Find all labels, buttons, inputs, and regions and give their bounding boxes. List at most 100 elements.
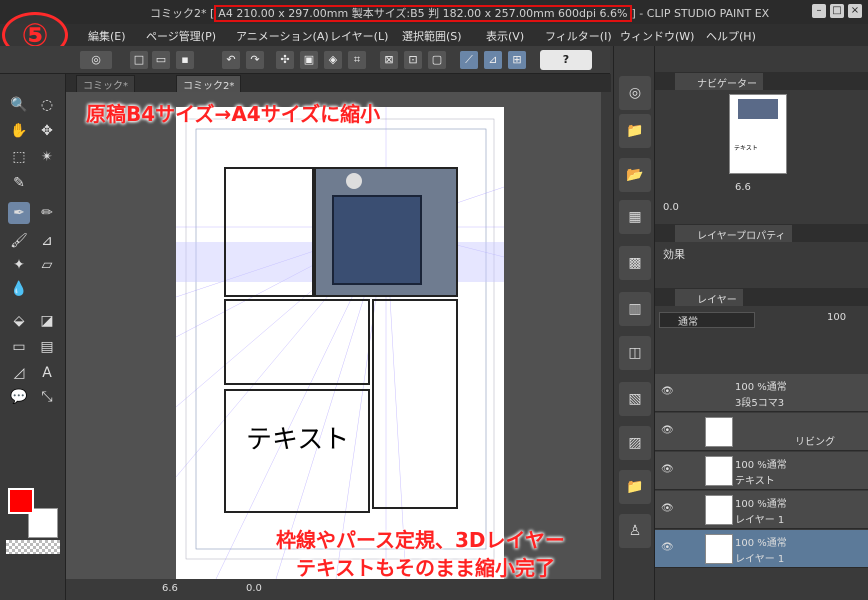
selection-tool-icon[interactable]: ⬚ — [8, 146, 30, 168]
page-text[interactable]: テキスト — [246, 419, 349, 456]
figure-tool-icon[interactable]: ▭ — [8, 336, 30, 358]
snap-special-ruler-icon[interactable]: ⊿ — [484, 51, 502, 69]
visibility-eye-icon[interactable]: 👁 — [661, 503, 674, 514]
open-file-icon[interactable]: ▭ — [152, 51, 170, 69]
comic-frame-1[interactable] — [224, 167, 314, 297]
zoom-tool-icon[interactable]: 🔍 — [8, 94, 30, 116]
show-selection-icon[interactable]: ▢ — [428, 51, 446, 69]
menu-selection[interactable]: 選択範囲(S) — [402, 28, 462, 44]
airbrush-tool-icon[interactable]: ⊿ — [36, 230, 58, 252]
folder-download-icon[interactable]: 📂 — [619, 158, 651, 192]
clear-icon[interactable]: ✣ — [276, 51, 294, 69]
snap-grid-icon[interactable]: ⊞ — [508, 51, 526, 69]
visibility-eye-icon[interactable]: 👁 — [661, 386, 674, 397]
deselect-icon[interactable]: ⊠ — [380, 51, 398, 69]
maximize-button[interactable]: □ — [830, 4, 844, 18]
menu-window[interactable]: ウィンドウ(W) — [620, 28, 694, 44]
text-tool-icon[interactable]: A — [36, 362, 58, 384]
fill-tool-icon[interactable]: ⬙ — [8, 310, 30, 332]
folder-tone-icon[interactable]: ▩ — [619, 246, 651, 280]
redo-icon[interactable]: ↷ — [246, 51, 264, 69]
help-button[interactable]: ? — [540, 50, 592, 70]
decoration-tool-icon[interactable]: ✦ — [8, 254, 30, 276]
auto-select-tool-icon[interactable]: ✴ — [36, 146, 58, 168]
minimize-button[interactable]: – — [812, 4, 826, 18]
lasso-tool-icon[interactable]: ◌ — [36, 94, 58, 116]
folder-icon[interactable]: 📁 — [619, 114, 651, 148]
navigator-zoom-value[interactable]: 6.6 — [735, 182, 751, 193]
clip-studio-icon[interactable]: ◎ — [80, 51, 112, 69]
layer-row-raster-selected[interactable]: 👁 100 %通常 レイヤー 1 — [655, 530, 868, 568]
eyedropper-tool-icon[interactable]: ✎ — [8, 172, 30, 194]
gradient-tool-icon[interactable]: ◪ — [36, 310, 58, 332]
blend-mode-select[interactable]: 通常 — [659, 312, 755, 328]
balloon-tool-icon[interactable]: 💬 — [8, 386, 30, 408]
tab-comic[interactable]: コミック* — [76, 75, 135, 92]
comic-frame-4[interactable] — [372, 299, 458, 509]
layer-row-frame3d[interactable]: 👁 リビング — [655, 413, 868, 451]
navigator-angle-value[interactable]: 0.0 — [663, 202, 679, 213]
menu-page-management[interactable]: ページ管理(P) — [146, 28, 216, 44]
visibility-eye-icon[interactable]: 👁 — [661, 425, 674, 436]
canvas-area[interactable]: テキスト 原稿B4サイズ→A4サイズに縮小 枠線やパース定規、3Dレイヤー テキ… — [66, 92, 601, 579]
visibility-eye-icon[interactable]: 👁 — [661, 464, 674, 475]
canvas-angle-value[interactable]: 0.0 — [246, 583, 262, 594]
tab-layer[interactable]: レイヤー — [675, 289, 743, 306]
transform-icon[interactable]: ⌗ — [348, 51, 366, 69]
folder-frame-icon[interactable]: ▥ — [619, 292, 651, 326]
brush-tool-icon[interactable]: 🖌 — [8, 230, 30, 252]
horizontal-scrollbar[interactable]: 6.6 0.0 — [66, 579, 611, 600]
undo-icon[interactable]: ↶ — [222, 51, 240, 69]
folder-empty-icon[interactable]: 📁 — [619, 470, 651, 504]
layer-panel-header: レイヤー — [655, 288, 868, 306]
frame-border-tool-icon[interactable]: ▤ — [36, 336, 58, 358]
save-icon[interactable]: ▪ — [176, 51, 194, 69]
invert-selection-icon[interactable]: ⊡ — [404, 51, 422, 69]
layer-row-raster[interactable]: 👁 100 %通常 レイヤー 1 — [655, 491, 868, 529]
folder-3d-icon[interactable]: ◫ — [619, 336, 651, 370]
canvas-zoom-value[interactable]: 6.6 — [162, 583, 178, 594]
transparent-color-swatch[interactable] — [6, 540, 60, 554]
layer-row-text[interactable]: 👁 100 %通常 テキスト — [655, 452, 868, 490]
search-icon[interactable]: ◎ — [619, 76, 651, 110]
visibility-eye-icon[interactable]: 👁 — [661, 542, 674, 553]
close-button[interactable]: × — [848, 4, 862, 18]
new-file-icon[interactable]: □ — [130, 51, 148, 69]
comic-frame-2[interactable] — [224, 299, 370, 385]
folder-image-icon[interactable]: ▧ — [619, 382, 651, 416]
pen-tool-icon[interactable]: ✒ — [8, 202, 30, 224]
navigator-preview[interactable]: テキスト — [729, 94, 787, 174]
menu-filter[interactable]: フィルター(I) — [545, 28, 612, 44]
menu-help[interactable]: ヘルプ(H) — [706, 28, 756, 44]
layer-row-folder[interactable]: 👁 100 %通常 3段5コマ3 — [655, 374, 868, 412]
layer-mode-label: 100 %通常 — [735, 499, 787, 510]
eraser-tool-icon[interactable]: ▱ — [36, 254, 58, 276]
manuscript-page[interactable]: テキスト — [176, 107, 504, 579]
folder-figure-icon[interactable]: ♙ — [619, 514, 651, 548]
tab-layer-property[interactable]: レイヤープロパティ — [675, 225, 792, 242]
layer-name-label: レイヤー 1 — [735, 554, 785, 565]
snap-ruler-icon[interactable]: ⟋ — [460, 51, 478, 69]
menu-edit[interactable]: 編集(E) — [88, 28, 126, 44]
comic-frame-3d-scene[interactable] — [314, 167, 458, 297]
tool-palette: 🔍 ◌ ✋ ✥ ⬚ ✴ ✎ ✒ ✏ 🖌 ⊿ ✦ ▱ 💧 ⬙ ◪ ▭ ▤ ◿ A … — [0, 74, 66, 600]
pencil-tool-icon[interactable]: ✏ — [36, 202, 58, 224]
vertical-scrollbar[interactable] — [601, 92, 613, 579]
folder-pattern-icon[interactable]: ▦ — [619, 200, 651, 234]
menu-animation[interactable]: アニメーション(A) — [236, 28, 329, 44]
main-color-swatch[interactable] — [8, 488, 34, 514]
tab-comic2[interactable]: コミック2* — [176, 75, 242, 92]
blend-tool-icon[interactable]: 💧 — [8, 278, 30, 300]
fill-icon[interactable]: ◈ — [324, 51, 342, 69]
folder-background-icon[interactable]: ▨ — [619, 426, 651, 460]
fill-outside-icon[interactable]: ▣ — [300, 51, 318, 69]
menu-view[interactable]: 表示(V) — [486, 28, 524, 44]
layer-opacity-value[interactable]: 100 — [827, 312, 846, 323]
tab-navigator[interactable]: ナビゲーター — [675, 73, 763, 90]
menu-layer[interactable]: レイヤー(L) — [330, 28, 388, 44]
correct-line-tool-icon[interactable]: ⤡ — [36, 386, 58, 408]
hand-tool-icon[interactable]: ✋ — [8, 120, 30, 142]
navigator-header: ナビゲーター — [655, 72, 868, 90]
ruler-tool-icon[interactable]: ◿ — [8, 362, 30, 384]
move-tool-icon[interactable]: ✥ — [36, 120, 58, 142]
